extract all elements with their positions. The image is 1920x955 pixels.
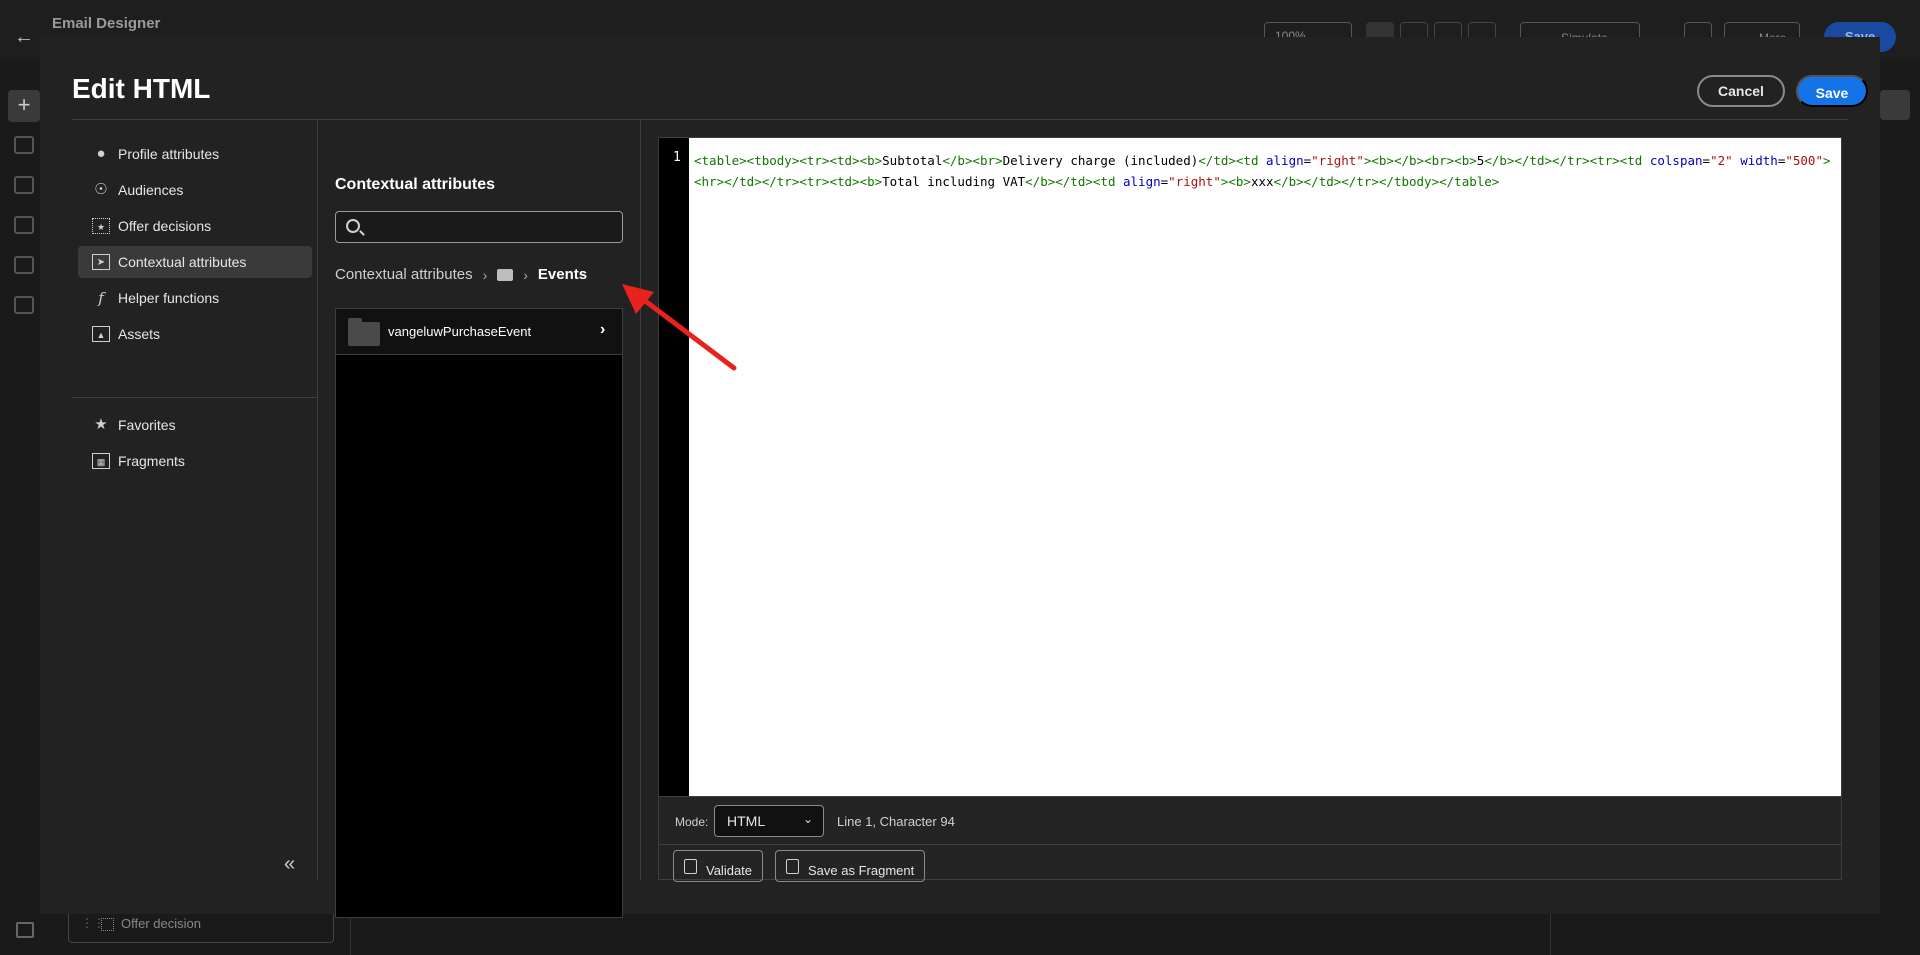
nav-divider <box>72 397 318 398</box>
chevron-right-icon: › <box>482 266 488 283</box>
search-input[interactable] <box>372 216 612 238</box>
save-as-fragment-label: Save as Fragment <box>808 862 915 878</box>
collapse-panel-icon[interactable]: « <box>284 853 295 876</box>
nav-item-label: Offer decisions <box>118 218 212 234</box>
folder-icon[interactable] <box>497 268 514 281</box>
blocks-icon[interactable] <box>14 296 34 314</box>
nav-item-fragments[interactable]: ▦ Fragments <box>78 445 312 477</box>
line-number: 1 <box>673 150 681 165</box>
link-icon[interactable] <box>14 256 34 274</box>
mode-select[interactable]: HTML ⌄ <box>714 805 824 837</box>
breadcrumb: Contextual attributes › › Events <box>335 266 587 283</box>
chevron-right-icon[interactable]: › <box>600 321 605 339</box>
app-title: Email Designer <box>52 15 161 32</box>
validate-button[interactable]: Validate <box>673 850 764 882</box>
breadcrumb-current: Events <box>537 266 588 283</box>
nav-item-label: Audiences <box>118 182 184 198</box>
nav-item-favorites[interactable]: ★ Favorites <box>78 409 312 441</box>
left-nav: ● Profile attributes ☉ Audiences ★ Offer… <box>72 120 318 880</box>
list-item-label: vangeluwPurchaseEvent <box>388 324 532 339</box>
offer-icon: ★ <box>92 218 110 234</box>
contextual-icon: ➤ <box>92 254 110 270</box>
layers-icon[interactable] <box>16 922 34 938</box>
mode-value: HTML <box>727 813 766 829</box>
breadcrumb-root[interactable]: Contextual attributes <box>335 266 473 283</box>
save-as-fragment-button[interactable]: Save as Fragment <box>775 850 926 882</box>
attribute-list: vangeluwPurchaseEvent › <box>335 308 623 918</box>
cancel-button[interactable]: Cancel <box>1697 75 1785 107</box>
search-icon <box>346 219 360 233</box>
content-icon[interactable] <box>14 176 34 194</box>
add-icon[interactable]: + <box>8 90 40 122</box>
audience-icon: ☉ <box>94 181 108 198</box>
cursor-position: Line 1, Character 94 <box>837 814 955 829</box>
nav-item-helper-functions[interactable]: f Helper functions <box>78 282 312 314</box>
nav-item-label: Profile attributes <box>118 146 220 162</box>
layers-icon[interactable] <box>14 216 34 234</box>
nav-item-label: Contextual attributes <box>118 254 247 270</box>
annotation-arrow <box>622 284 737 371</box>
nav-item-label: Helper functions <box>118 290 220 306</box>
fragment-icon <box>786 859 799 874</box>
editor-footer: Mode: HTML ⌄ Line 1, Character 94 Valida… <box>658 797 1842 882</box>
settings-sliders-icon[interactable] <box>1880 90 1910 120</box>
image-icon: ▲ <box>92 326 110 342</box>
star-icon: ★ <box>94 416 108 433</box>
footer-divider <box>659 844 1841 845</box>
structure-icon[interactable] <box>14 136 34 154</box>
search-field[interactable] <box>335 211 623 243</box>
panel-title: Contextual attributes <box>335 176 496 193</box>
nav-item-audiences[interactable]: ☉ Audiences <box>78 174 312 206</box>
code-editor[interactable]: 1 <table><tbody><tr><td><b>Subtotal</b><… <box>658 137 1842 797</box>
save-button[interactable]: Save <box>1796 75 1868 107</box>
offer-decision-label: Offer decision <box>121 916 201 931</box>
person-icon: ● <box>96 145 106 162</box>
validate-label: Validate <box>706 862 753 878</box>
function-icon: f <box>98 289 104 307</box>
nav-item-offer-decisions[interactable]: ★ Offer decisions <box>78 210 312 242</box>
nav-item-assets[interactable]: ▲ Assets <box>78 318 312 350</box>
validate-icon <box>684 859 697 874</box>
edit-html-modal: Edit HTML Cancel Save ● Profile attribut… <box>40 37 1882 918</box>
mode-label: Mode: <box>675 815 709 829</box>
code-content[interactable]: <table><tbody><tr><td><b>Subtotal</b><br… <box>694 150 1834 192</box>
offer-icon <box>101 918 114 931</box>
code-editor-area: 1 <table><tbody><tr><td><b>Subtotal</b><… <box>658 137 1882 882</box>
list-item[interactable]: vangeluwPurchaseEvent › <box>336 309 622 355</box>
nav-item-label: Assets <box>118 326 161 342</box>
contextual-attributes-panel: Contextual attributes Contextual attribu… <box>319 120 641 918</box>
fragment-icon: ▦ <box>92 453 110 469</box>
back-arrow-icon[interactable]: ← <box>14 26 34 49</box>
nav-item-contextual-attributes[interactable]: ➤ Contextual attributes <box>78 246 312 278</box>
line-gutter: 1 <box>659 138 689 796</box>
folder-icon <box>348 318 380 346</box>
modal-title: Edit HTML <box>72 73 211 104</box>
chevron-down-icon: ⌄ <box>802 812 813 826</box>
nav-item-label: Favorites <box>118 417 176 433</box>
nav-item-profile-attributes[interactable]: ● Profile attributes <box>78 138 312 170</box>
chevron-right-icon: › <box>523 266 528 283</box>
nav-item-label: Fragments <box>118 453 185 469</box>
